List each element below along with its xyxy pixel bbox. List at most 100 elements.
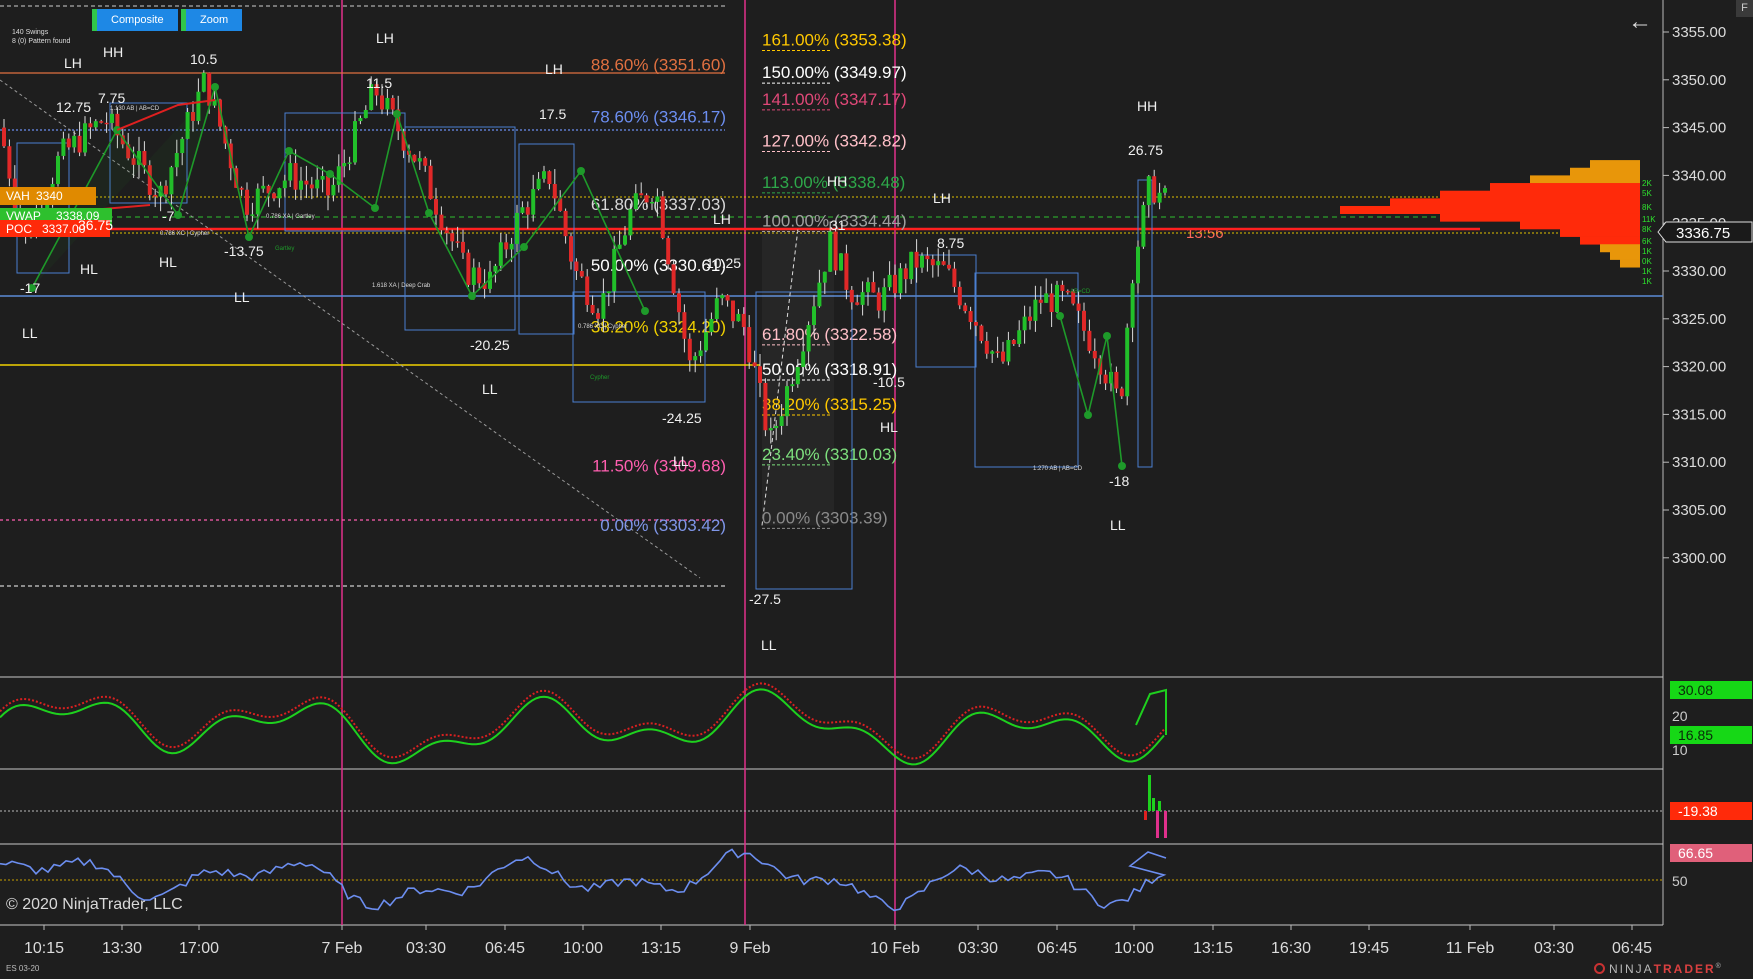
fib-label-left: 78.60% (3346.17) xyxy=(591,107,726,126)
candle-body xyxy=(363,110,368,119)
momentum-bar xyxy=(1144,811,1147,820)
harmonic-pivot xyxy=(1056,312,1064,320)
swing-label: 31 xyxy=(830,217,846,233)
time-tick-label: 06:45 xyxy=(1037,940,1077,957)
candle-body xyxy=(72,135,77,148)
candle-body xyxy=(358,118,363,122)
swing-label: -10.5 xyxy=(873,374,905,390)
vah-label: VAH xyxy=(6,189,30,203)
candle-body xyxy=(682,312,687,339)
candle-body xyxy=(574,261,579,272)
candle-body xyxy=(650,201,654,204)
candle-body xyxy=(866,282,870,293)
time-tick-label: 13:15 xyxy=(641,940,681,957)
swing-label: LL xyxy=(673,453,689,469)
candle-body xyxy=(590,304,595,314)
fib-label-right: 23.40% (3310.03) xyxy=(762,445,897,464)
fib-label-left: 11.50% (3309.68) xyxy=(592,456,726,475)
harmonic-pivot xyxy=(285,147,293,155)
candle-body xyxy=(1049,293,1054,313)
candle-body xyxy=(957,286,962,306)
harmonic-pivot xyxy=(245,233,253,241)
pattern-label: 1.270 AB | AB=CD xyxy=(1033,466,1083,472)
volume-scale-label: 2K xyxy=(1642,179,1652,188)
time-tick-label: 03:30 xyxy=(958,940,998,957)
momentum-value: -19.38 xyxy=(1678,803,1718,819)
time-tick-label: 7 Feb xyxy=(322,940,363,957)
swing-label: -13.75 xyxy=(224,243,264,259)
price-tick-label: 3355.00 xyxy=(1672,24,1726,41)
time-tick-label: 03:30 xyxy=(1534,940,1574,957)
swing-label: HH xyxy=(827,173,847,189)
price-tick-label: 3305.00 xyxy=(1672,502,1726,519)
candle-body xyxy=(250,214,255,216)
brand-logo: NINJATRADER® xyxy=(1594,962,1723,976)
candle-body xyxy=(347,162,352,164)
candle-body xyxy=(947,264,951,269)
candle-body xyxy=(1006,340,1011,362)
candle-body xyxy=(444,230,449,234)
swing-label: HL xyxy=(159,254,177,270)
candle-body xyxy=(763,382,768,431)
candle-body xyxy=(898,268,903,294)
swing-label: HH xyxy=(103,44,123,60)
volume-profile-bar xyxy=(1570,167,1640,176)
corner-f-button[interactable]: F xyxy=(1736,0,1753,17)
candle-body xyxy=(153,194,158,197)
composite-button[interactable]: Composite xyxy=(92,9,178,31)
swing-label: 8.75 xyxy=(937,235,964,251)
candle-body xyxy=(839,253,843,271)
candle-body xyxy=(693,356,698,361)
momentum-bar xyxy=(1164,811,1167,838)
time-tick-label: 9 Feb xyxy=(730,940,771,957)
candle-body xyxy=(644,195,649,203)
brand-mark: ® xyxy=(1715,963,1723,970)
fib-label-left: 0.00% (3303.42) xyxy=(600,516,726,535)
chart-canvas[interactable]: 3355.003350.003345.003340.003335.003330.… xyxy=(0,0,1753,979)
candle-body xyxy=(450,233,455,242)
candle-body xyxy=(1141,205,1146,247)
candle-body xyxy=(887,274,892,288)
candle-body xyxy=(542,171,546,179)
candle-body xyxy=(974,321,978,326)
swing-label: LL xyxy=(761,637,777,653)
harmonic-pivot xyxy=(1084,411,1092,419)
candle-body xyxy=(990,351,995,354)
stoch-tick-20: 20 xyxy=(1672,708,1688,724)
candle-body xyxy=(741,313,746,328)
rsi-tick-50: 50 xyxy=(1672,873,1688,889)
time-tick-label: 10:00 xyxy=(563,940,603,957)
candle-body xyxy=(855,302,860,305)
candle-body xyxy=(1044,293,1049,303)
candle-body xyxy=(110,113,114,123)
swing-label: HH xyxy=(1137,98,1157,114)
candle-body xyxy=(936,261,941,266)
harmonic-pivot xyxy=(393,110,401,118)
candle-body xyxy=(56,155,60,184)
candle-body xyxy=(920,255,924,268)
poc-label: POC xyxy=(6,222,32,236)
stochastic-tail xyxy=(1135,688,1167,735)
time-tick-label: 10:15 xyxy=(24,940,64,957)
candle-body xyxy=(1163,188,1167,193)
zoom-button[interactable]: Zoom xyxy=(181,9,243,31)
candle-body xyxy=(752,362,757,367)
candle-body xyxy=(1152,176,1157,203)
swing-label: LH xyxy=(64,55,82,71)
candle-body xyxy=(423,158,428,166)
swing-label: 10.5 xyxy=(190,51,217,67)
candle-body xyxy=(612,248,617,292)
candle-body xyxy=(88,123,93,128)
candle-body xyxy=(1146,176,1151,206)
candle-body xyxy=(817,282,822,307)
back-arrow-icon[interactable]: ← xyxy=(1628,8,1652,36)
volume-scale-label: 0K xyxy=(1642,257,1652,266)
candle-body xyxy=(331,184,336,196)
pattern-label: 0.786 XC | Cypher xyxy=(160,231,209,237)
fib-label-right: 161.00% (3353.38) xyxy=(762,30,907,49)
swing-label: -24.25 xyxy=(662,410,702,426)
candle-body xyxy=(1011,340,1016,345)
price-tick-label: 3345.00 xyxy=(1672,120,1726,137)
candle-body xyxy=(617,244,622,249)
candle-body xyxy=(320,175,325,180)
